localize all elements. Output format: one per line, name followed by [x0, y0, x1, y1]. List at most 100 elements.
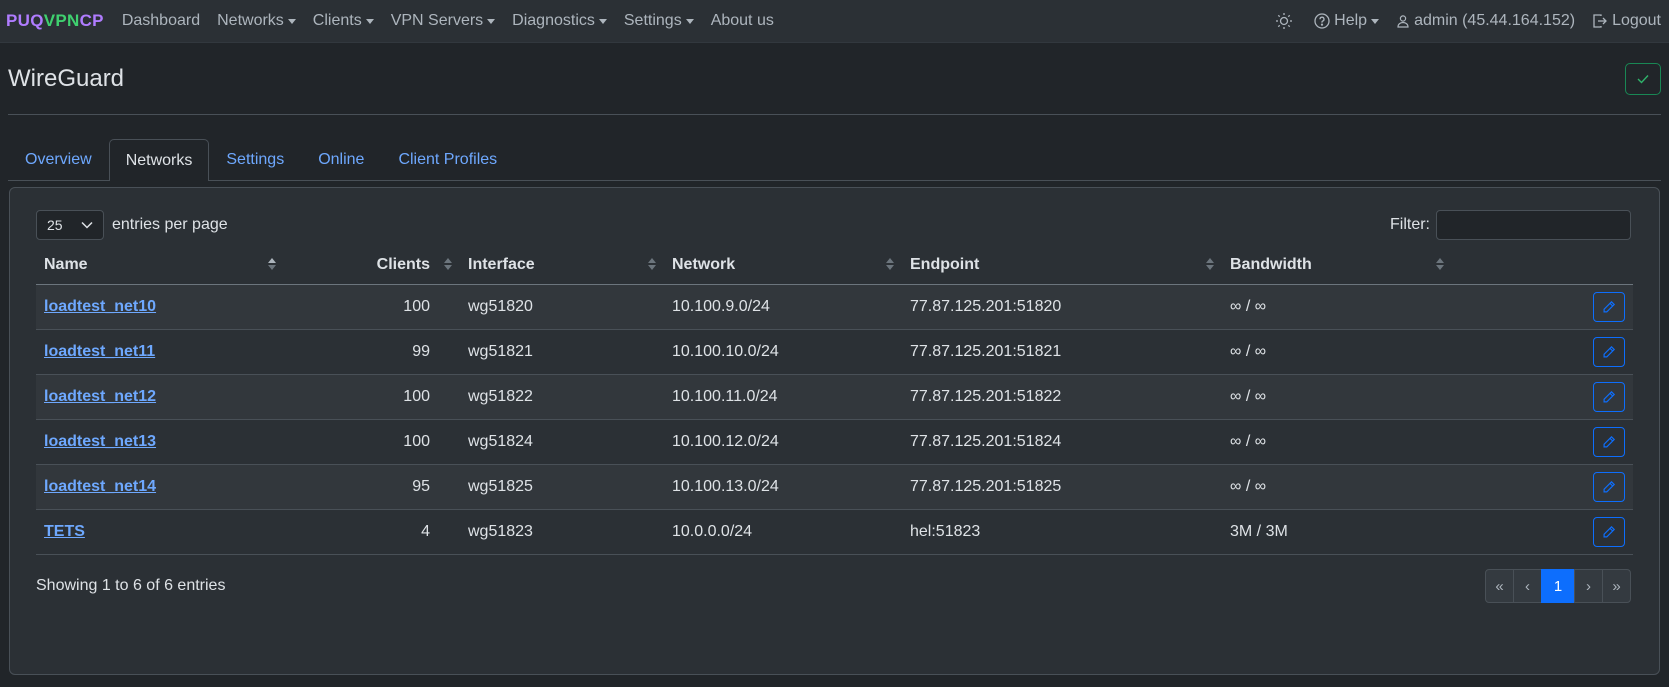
cell-interface: wg51823 — [460, 509, 664, 555]
cell-clients: 100 — [284, 374, 460, 420]
nav-item-label: VPN Servers — [390, 12, 484, 29]
cell-endpoint: hel:51823 — [902, 509, 1222, 555]
page-title: WireGuard — [8, 64, 125, 92]
page-header: WireGuard — [8, 43, 1661, 115]
entries-info: Showing 1 to 6 of 6 entries — [36, 577, 226, 594]
nav-item-diagnostics[interactable]: Diagnostics — [512, 12, 607, 30]
brand-part-3: CP — [79, 11, 104, 30]
user-label: admin (45.44.164.152) — [1414, 12, 1576, 29]
edit-button[interactable] — [1593, 516, 1625, 547]
column-label: Name — [44, 255, 88, 273]
column-label: Endpoint — [910, 255, 980, 273]
nav-item-label: Diagnostics — [512, 12, 595, 29]
pencil-icon — [1602, 390, 1616, 404]
page-1-button[interactable]: 1 — [1541, 569, 1575, 603]
column-header-name[interactable]: Name — [36, 246, 284, 285]
cell-interface: wg51820 — [460, 284, 664, 330]
network-name-link[interactable]: TETS — [44, 523, 85, 540]
table-row: loadtest_net12 100 wg51822 10.100.11.0/24 77… — [36, 374, 1633, 420]
chevron-down-icon — [81, 221, 93, 229]
column-header-bandwidth[interactable]: Bandwidth — [1222, 246, 1452, 285]
cell-endpoint: 77.87.125.201:51820 — [902, 284, 1222, 330]
edit-button[interactable] — [1593, 471, 1625, 502]
next-page-button[interactable]: › — [1574, 569, 1603, 603]
table-row: loadtest_net10 100 wg51820 10.100.9.0/24 77.… — [36, 284, 1633, 330]
cell-endpoint: 77.87.125.201:51824 — [902, 419, 1222, 465]
filter-label: Filter: — [1390, 216, 1430, 233]
chevron-down-icon — [287, 18, 296, 24]
network-name-link[interactable]: loadtest_net12 — [44, 388, 156, 405]
tab-networks[interactable]: Networks — [108, 139, 210, 181]
cell-interface: wg51824 — [460, 419, 664, 465]
cell-bandwidth: 3M / 3M — [1222, 509, 1452, 555]
tab-online[interactable]: Online — [301, 139, 381, 180]
sort-icon — [1436, 258, 1444, 270]
tab-settings[interactable]: Settings — [209, 139, 301, 180]
help-menu[interactable]: Help — [1314, 12, 1380, 30]
network-name-link[interactable]: loadtest_net13 — [44, 433, 156, 450]
main-nav: Dashboard Networks Clients VPN Servers Diagn… — [122, 12, 791, 30]
network-name-link[interactable]: loadtest_net10 — [44, 298, 156, 315]
cell-network: 10.100.13.0/24 — [664, 464, 902, 510]
cell-name: loadtest_net11 — [36, 329, 284, 375]
cell-interface: wg51825 — [460, 464, 664, 510]
tab-client-profiles[interactable]: Client Profiles — [381, 139, 514, 180]
edit-button[interactable] — [1593, 291, 1625, 322]
entries-per-page-label: entries per page — [112, 216, 228, 233]
cell-name: loadtest_net14 — [36, 464, 284, 510]
nav-item-label: Settings — [623, 12, 682, 29]
filter-input[interactable] — [1436, 210, 1631, 240]
nav-item-label: About us — [710, 12, 774, 29]
cell-endpoint: 77.87.125.201:51822 — [902, 374, 1222, 420]
network-name-link[interactable]: loadtest_net14 — [44, 478, 156, 495]
nav-item-about-us[interactable]: About us — [711, 12, 774, 30]
column-header-clients[interactable]: Clients — [284, 246, 460, 285]
nav-item-settings[interactable]: Settings — [624, 12, 694, 30]
nav-item-vpn-servers[interactable]: VPN Servers — [390, 12, 496, 30]
cell-bandwidth: ∞ / ∞ — [1222, 284, 1452, 330]
table-footer: Showing 1 to 6 of 6 entries «‹ 1 ›» — [36, 569, 1631, 603]
cell-clients: 4 — [284, 509, 460, 555]
table-header-row: Name Clients Interface Network Endpoint … — [36, 246, 1633, 285]
sort-icon — [1206, 258, 1214, 270]
cell-name: loadtest_net12 — [36, 374, 284, 420]
nav-item-clients[interactable]: Clients — [313, 12, 374, 30]
table-body: loadtest_net10 100 wg51820 10.100.9.0/24 77.… — [36, 284, 1633, 555]
table-toolbar: 25 entries per page Filter: — [36, 210, 1631, 240]
cell-clients: 99 — [284, 329, 460, 375]
logout-link[interactable]: Logout — [1592, 12, 1661, 30]
brand-part-1: PUQ — [6, 11, 44, 30]
status-check-button[interactable] — [1625, 62, 1661, 95]
first-page-button[interactable]: « — [1485, 569, 1514, 603]
cell-bandwidth: ∞ / ∞ — [1222, 419, 1452, 465]
nav-item-label: Clients — [312, 12, 362, 29]
edit-button[interactable] — [1593, 381, 1625, 412]
nav-item-dashboard[interactable]: Dashboard — [122, 12, 200, 30]
nav-item-networks[interactable]: Networks — [217, 12, 296, 30]
cell-interface: wg51822 — [460, 374, 664, 420]
column-header-network[interactable]: Network — [664, 246, 902, 285]
prev-page-button[interactable]: ‹ — [1513, 569, 1542, 603]
nav-right: Help admin (45.44.164.152) Logout — [1258, 12, 1661, 30]
user-menu[interactable]: admin (45.44.164.152) — [1396, 12, 1575, 30]
brand-logo[interactable]: PUQVPNCP — [6, 11, 104, 31]
page-size-select[interactable]: 25 — [36, 210, 104, 240]
column-header-interface[interactable]: Interface — [460, 246, 664, 285]
chevron-down-icon — [487, 18, 496, 24]
column-header-endpoint[interactable]: Endpoint — [902, 246, 1222, 285]
chevron-down-icon — [598, 18, 607, 24]
cell-actions — [1452, 329, 1633, 375]
edit-button[interactable] — [1593, 426, 1625, 457]
edit-button[interactable] — [1593, 336, 1625, 367]
last-page-button[interactable]: » — [1602, 569, 1631, 603]
theme-toggle-button[interactable] — [1275, 12, 1297, 30]
help-label: Help — [1334, 12, 1368, 29]
table-row: loadtest_net14 95 wg51825 10.100.13.0/24 77.… — [36, 464, 1633, 510]
tab-overview[interactable]: Overview — [8, 139, 109, 180]
cell-name: loadtest_net13 — [36, 419, 284, 465]
cell-actions — [1452, 284, 1633, 330]
logout-label: Logout — [1612, 12, 1661, 29]
network-name-link[interactable]: loadtest_net11 — [44, 343, 155, 360]
cell-actions — [1452, 464, 1633, 510]
cell-clients: 100 — [284, 284, 460, 330]
